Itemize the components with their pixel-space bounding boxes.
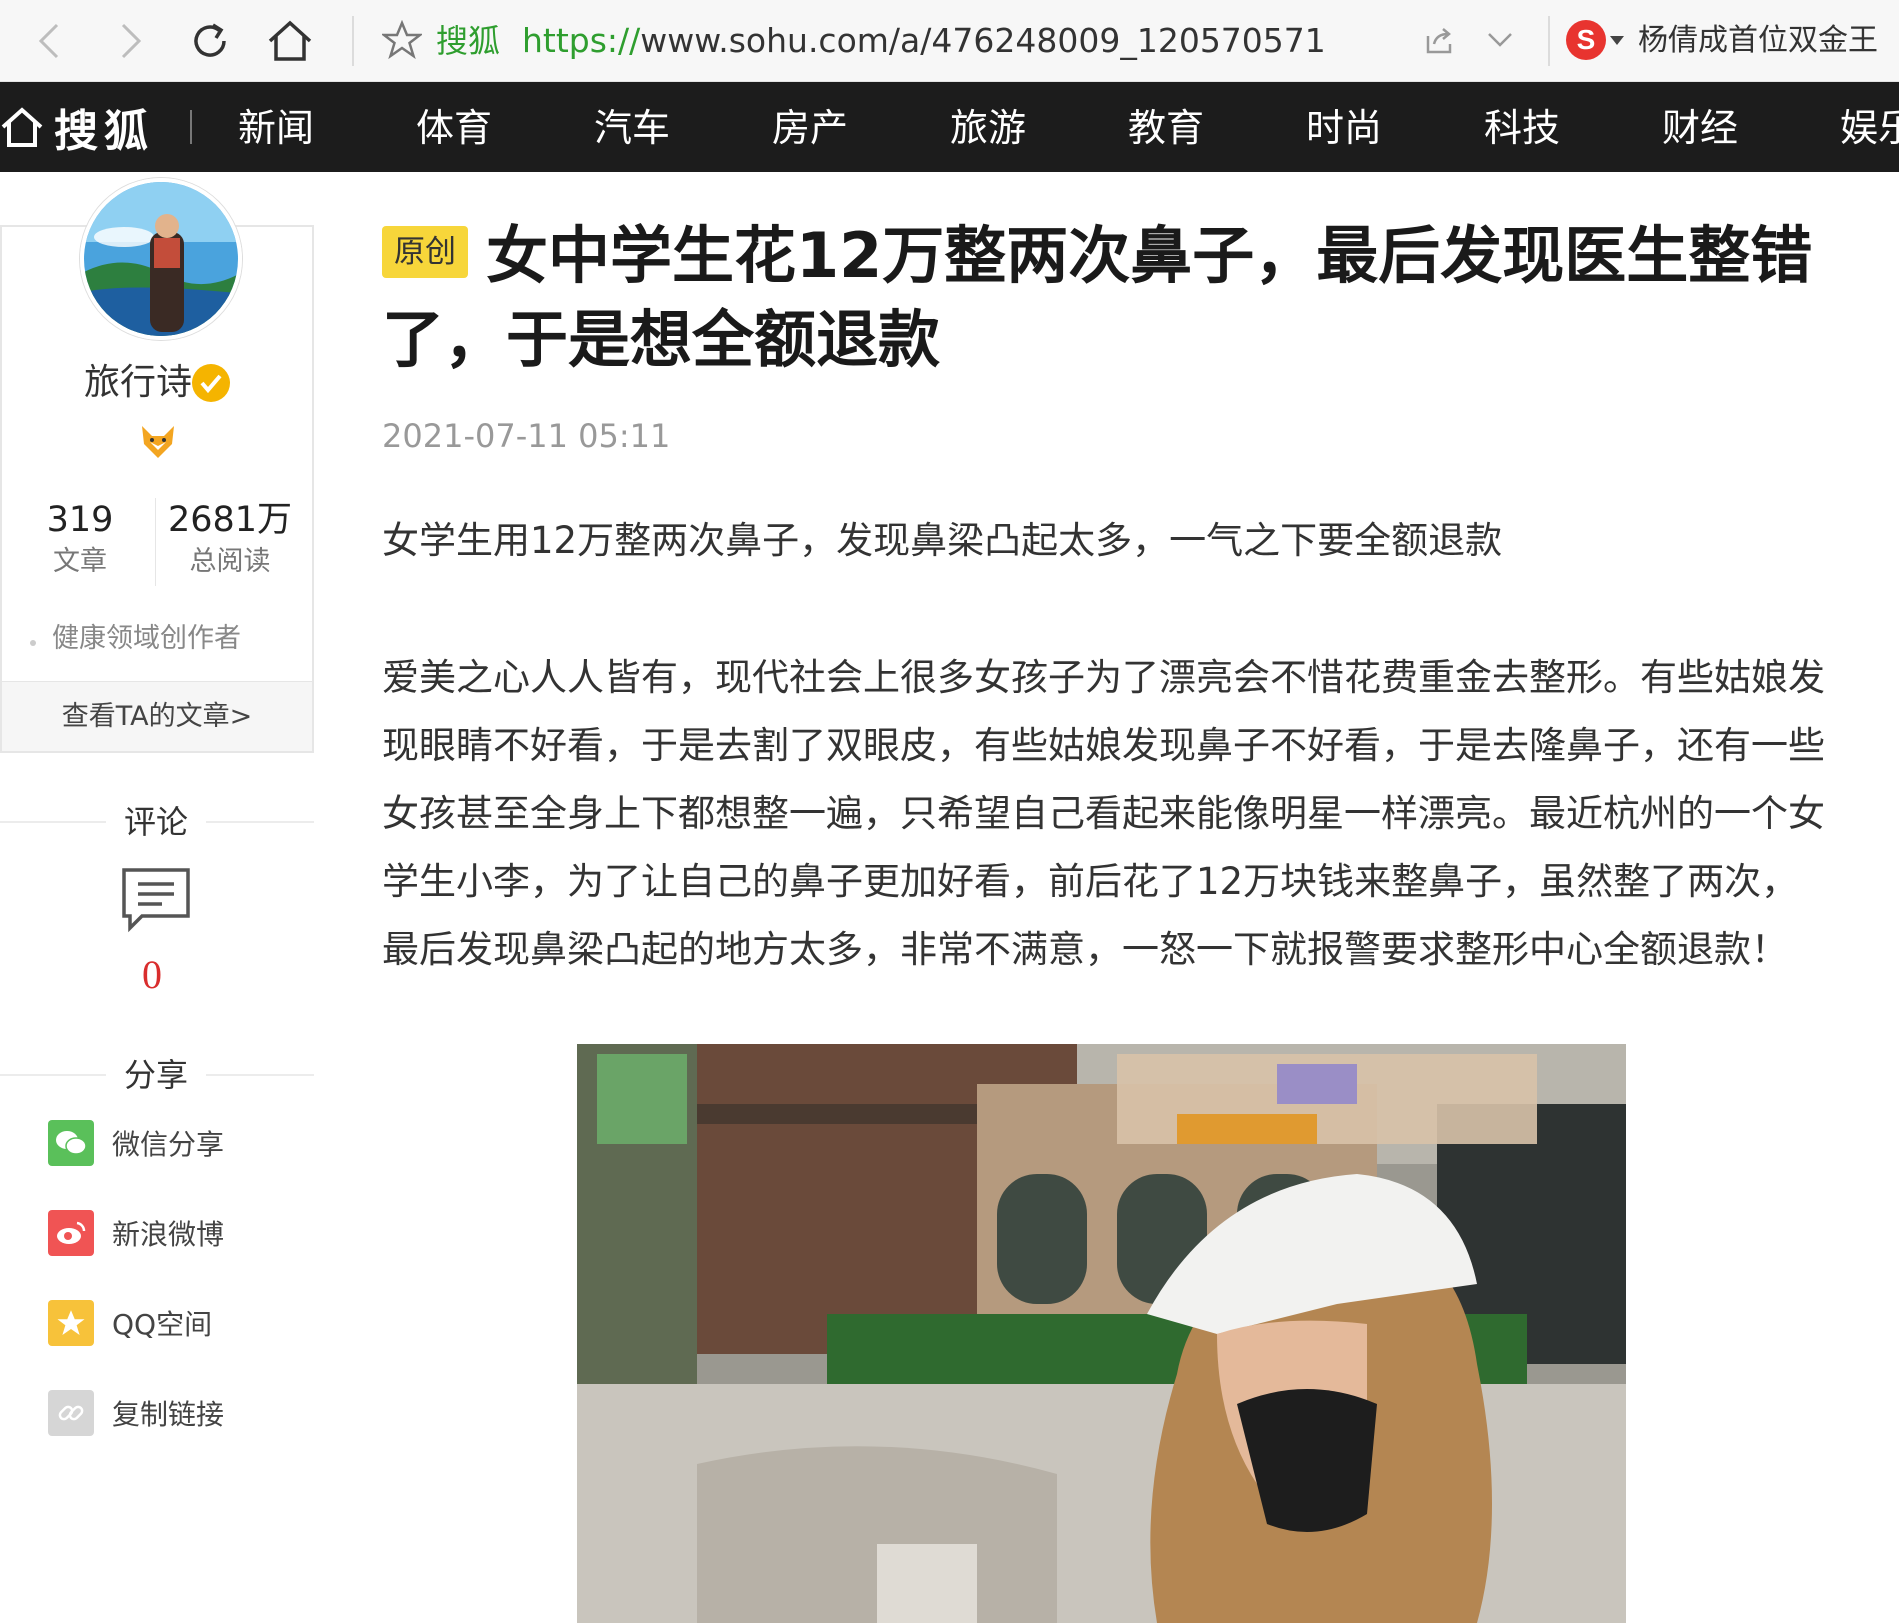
articles-count: 319 <box>46 500 114 540</box>
nav-item-education[interactable]: 教育 <box>1128 104 1204 152</box>
nav-item-fashion[interactable]: 时尚 <box>1306 104 1382 152</box>
url-scheme: https:// <box>522 21 641 60</box>
reload-button[interactable] <box>180 10 240 72</box>
reads-label: 总阅读 <box>189 546 271 577</box>
weibo-icon <box>48 1210 94 1256</box>
comment-icon <box>122 868 190 933</box>
nav-item-auto[interactable]: 汽车 <box>594 104 670 152</box>
original-badge: 原创 <box>382 226 468 278</box>
nav-item-sports[interactable]: 体育 <box>416 104 492 152</box>
site-navigation: 搜狐 新闻 体育 汽车 房产 旅游 教育 时尚 科技 财经 娱乐 <box>0 82 1899 172</box>
comment-button[interactable] <box>120 866 192 938</box>
share-wechat-button[interactable]: 微信分享 <box>48 1120 224 1166</box>
copy-link-label: 复制链接 <box>112 1398 225 1431</box>
author-domain: 健康领域创作者 <box>52 623 241 654</box>
reload-icon <box>194 23 226 57</box>
home-icon <box>268 20 312 61</box>
nav-item-entertainment[interactable]: 娱乐 <box>1840 104 1899 152</box>
stats-divider <box>155 498 156 586</box>
link-icon <box>48 1390 94 1436</box>
nav-item-finance[interactable]: 财经 <box>1662 104 1738 152</box>
nav-divider <box>190 110 192 144</box>
share-weibo-button[interactable]: 新浪微博 <box>48 1210 224 1256</box>
home-button[interactable] <box>260 10 320 72</box>
share-weibo-label: 新浪微博 <box>112 1218 225 1251</box>
search-engine-caret-icon[interactable] <box>1610 36 1624 45</box>
article-paragraph: 爱美之心人人皆有，现代社会上很多女孩子为了漂亮会不惜花费重金去整形。有些姑娘发现… <box>382 656 1825 971</box>
share-wechat-label: 微信分享 <box>112 1128 225 1161</box>
chevron-left-icon <box>38 23 59 59</box>
forward-button[interactable] <box>100 10 160 72</box>
author-avatar[interactable] <box>80 178 242 340</box>
reads-count: 2681万 <box>167 500 293 540</box>
fox-badge-icon <box>138 424 178 464</box>
nav-item-travel[interactable]: 旅游 <box>950 104 1026 152</box>
address-bar[interactable]: https://www.sohu.com/a/476248009_1205705… <box>522 20 1326 62</box>
wechat-icon <box>48 1120 94 1166</box>
articles-label: 文章 <box>53 546 107 577</box>
nav-item-tech[interactable]: 科技 <box>1484 104 1560 152</box>
browser-toolbar: 搜狐 https://www.sohu.com/a/476248009_1205… <box>0 0 1899 82</box>
back-button[interactable] <box>20 10 80 72</box>
toolbar-divider <box>1548 16 1550 66</box>
author-name[interactable]: 旅行诗 <box>84 360 192 406</box>
share-qzone-button[interactable]: QQ空间 <box>48 1300 212 1346</box>
address-dropdown-button[interactable] <box>1486 30 1514 54</box>
site-name: 搜狐 <box>436 22 501 60</box>
hot-search-suggestion[interactable]: 杨倩成首位双金王 <box>1638 20 1878 62</box>
share-page-button[interactable] <box>1424 26 1454 60</box>
comment-count[interactable]: 0 <box>142 952 162 998</box>
chevron-down-icon <box>1488 33 1512 47</box>
search-engine-icon[interactable]: S <box>1566 20 1606 60</box>
sohu-logo[interactable]: 搜狐 <box>0 100 154 157</box>
publish-time: 2021-07-11 05:11 <box>382 417 671 455</box>
share-label: 分享 <box>106 1055 207 1095</box>
qzone-icon <box>48 1300 94 1346</box>
home-icon <box>1 107 43 147</box>
chevron-right-icon <box>121 23 142 59</box>
toolbar-divider <box>352 16 354 66</box>
url-path: www.sohu.com/a/476248009_120570571 <box>640 21 1326 60</box>
view-author-articles-link[interactable]: 查看TA的文章> <box>2 681 312 751</box>
article-lead: 女学生用12万整两次鼻子，发现鼻梁凸起太多，一气之下要全额退款 <box>382 519 1503 562</box>
article-title: 女中学生花12万整两次鼻子，最后发现医生整错了，于是想全额退款 <box>382 219 1813 376</box>
article-image <box>577 1044 1626 1623</box>
star-icon <box>380 19 424 60</box>
copy-link-button[interactable]: 复制链接 <box>48 1390 224 1436</box>
nav-item-realestate[interactable]: 房产 <box>772 104 848 152</box>
share-icon <box>1426 28 1452 54</box>
article-photo <box>577 1044 1626 1623</box>
bullet-dot <box>30 640 36 646</box>
bookmark-star-button[interactable] <box>380 19 424 64</box>
share-qzone-label: QQ空间 <box>112 1308 213 1341</box>
nav-item-news[interactable]: 新闻 <box>238 104 314 152</box>
comments-label: 评论 <box>106 802 207 842</box>
logo-text: 搜狐 <box>54 106 154 157</box>
verified-badge-icon <box>192 364 230 402</box>
